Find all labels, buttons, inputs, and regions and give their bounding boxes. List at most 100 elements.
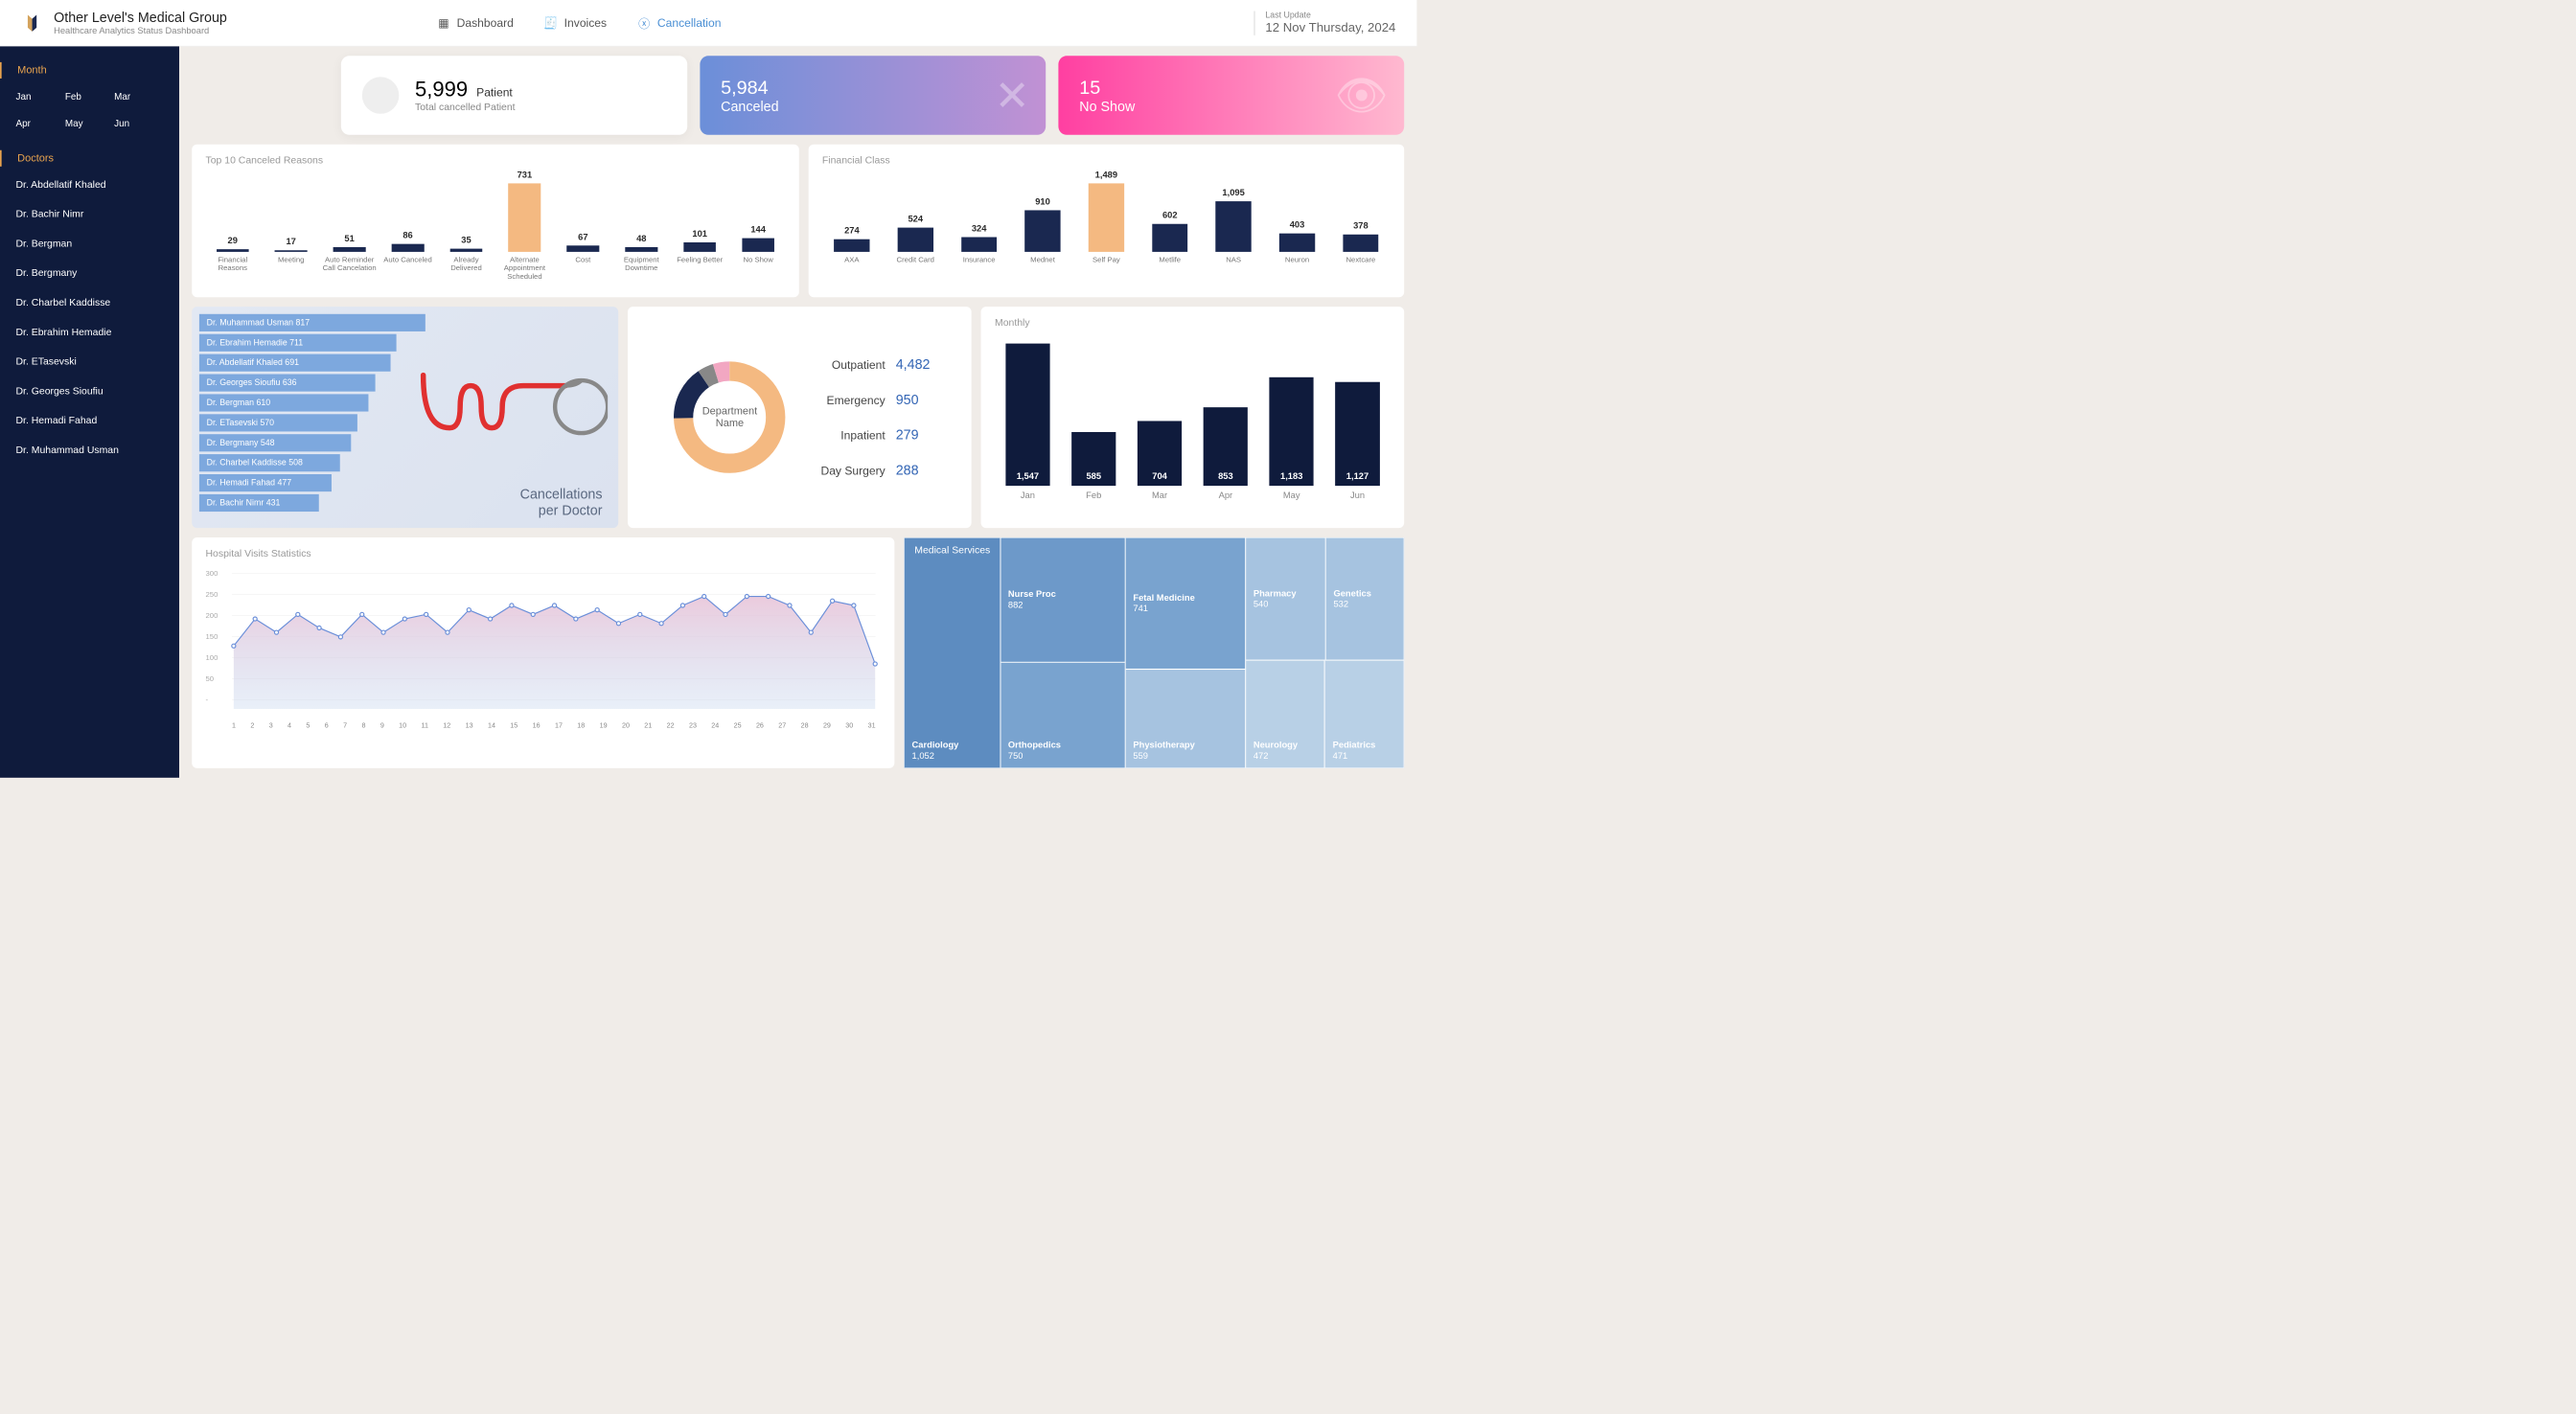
brand-block: Other Level's Medical Group Healthcare A… <box>54 10 227 36</box>
department-donut-chart: DepartmentName <box>669 356 791 478</box>
doctor-filter[interactable]: Dr. Georges Sioufiu <box>16 386 164 398</box>
card-monthly: Monthly 1,547Jan585Feb704Mar853Apr1,183M… <box>981 307 1404 528</box>
kpi-canceled-lbl: Canceled <box>721 99 778 115</box>
dept-row: Outpatient4,482 <box>806 356 930 373</box>
monthly-bar: 704Mar <box>1132 422 1187 501</box>
bar-column: 29Financial Reasons <box>206 236 261 281</box>
bar-column: 378Nextcare <box>1331 220 1391 280</box>
bar-column: 274AXA <box>822 225 882 280</box>
nav-tabs: ▦Dashboard 🧾Invoices ⓧCancellation <box>438 16 722 30</box>
kpi-total-cancelled: 5,999 Patient Total cancelled Patient <box>341 56 687 135</box>
eye-icon: 👁 <box>1335 71 1389 121</box>
bar-column: 1,489Self Pay <box>1076 170 1136 281</box>
sidebar-month-title: Month <box>0 62 179 79</box>
grid-icon: ▦ <box>438 17 449 29</box>
hbar-row: Dr. Muhammad Usman 817 <box>199 314 610 331</box>
tab-invoices[interactable]: 🧾Invoices <box>545 16 607 30</box>
update-date: 12 Nov Thursday, 2024 <box>1265 20 1395 34</box>
kpi-canceled: 5,984 Canceled ✕ <box>700 56 1046 135</box>
doctor-filter[interactable]: Dr. Muhammad Usman <box>16 445 164 456</box>
bar-column: 67Cost <box>556 232 610 281</box>
bar-column: 35Already Delivered <box>439 235 494 280</box>
tab-cancellation[interactable]: ⓧCancellation <box>638 16 721 30</box>
monthly-bar: 1,183May <box>1264 377 1320 501</box>
bar-column: 731Alternate Appointment Scheduled <box>497 170 552 281</box>
kpi-noshow: 15 No Show 👁 <box>1058 56 1404 135</box>
doctor-filter[interactable]: Dr. Charbel Kaddisse <box>16 297 164 308</box>
kpi-total-num: 5,999 <box>415 78 468 101</box>
month-apr[interactable]: Apr <box>16 118 65 129</box>
update-label: Last Update <box>1265 11 1395 20</box>
card-cancellations-per-doctor: Dr. Muhammad Usman 817 Dr. Ebrahim Hemadi… <box>192 307 618 528</box>
treemap-cell: Neurology472 <box>1246 660 1325 768</box>
kpi-noshow-num: 15 <box>1079 76 1135 98</box>
treemap-cell: Orthopedics750 <box>1000 662 1125 768</box>
treemap-cell: Fetal Medicine741 <box>1125 537 1245 669</box>
bar-column: 403Neuron <box>1268 219 1327 280</box>
perdoc-title: Cancellations per Doctor <box>520 486 603 518</box>
monthly-bar: 853Apr <box>1198 407 1254 500</box>
monthly-bar: 1,547Jan <box>1000 344 1056 501</box>
bar-column: 524Credit Card <box>886 214 945 280</box>
card-hospital-visits: Hospital Visits Statistics -501001502002… <box>192 537 894 768</box>
brand-logo-icon <box>21 11 43 34</box>
bar-column: 1,095NAS <box>1204 188 1263 281</box>
treemap-cell: Genetics532 <box>1325 537 1404 660</box>
card-financial-class: Financial Class 274AXA524Credit Card324I… <box>809 145 1405 298</box>
treemap-cell: Pharmacy540 <box>1246 537 1326 660</box>
dept-row: Emergency950 <box>806 392 930 408</box>
month-may[interactable]: May <box>65 118 114 129</box>
card-canceled-reasons: Top 10 Canceled Reasons 29Financial Reas… <box>192 145 798 298</box>
treemap-cell: Physiotherapy559 <box>1125 669 1245 768</box>
tab-dashboard[interactable]: ▦Dashboard <box>438 16 514 30</box>
kpi-canceled-num: 5,984 <box>721 76 778 98</box>
tree-title: Medical Services <box>914 545 990 557</box>
invoice-icon: 🧾 <box>545 17 557 29</box>
treemap-cell: Nurse Proc882 <box>1000 537 1125 662</box>
brand-title: Other Level's Medical Group <box>54 10 227 26</box>
kpi-total-unit: Patient <box>476 85 513 99</box>
month-mar[interactable]: Mar <box>114 91 163 103</box>
patient-avatar-icon <box>362 77 400 114</box>
brand-subtitle: Healthcare Analytics Status Dashboard <box>54 26 227 36</box>
x-icon: ✕ <box>995 71 1030 120</box>
close-circle-icon: ⓧ <box>638 17 650 29</box>
bar-column: 910Mednet <box>1013 196 1072 281</box>
bar-column: 101Feeling Better <box>673 229 727 281</box>
sidebar-doctors-title: Doctors <box>0 150 179 167</box>
bar-column: 51Auto Reminder Call Cancelation <box>322 234 377 281</box>
visits-title: Hospital Visits Statistics <box>206 548 882 559</box>
doctor-filter[interactable]: Dr. ETasevski <box>16 356 164 368</box>
sidebar: Month JanFebMar AprMayJun Doctors Dr. Abd… <box>0 46 179 777</box>
dept-row: Inpatient279 <box>806 427 930 444</box>
bar-column: 17Meeting <box>264 237 318 281</box>
doctor-filter[interactable]: Dr. Bergmany <box>16 267 164 279</box>
doctor-filter[interactable]: Dr. Hemadi Fahad <box>16 415 164 426</box>
bar-column: 86Auto Canceled <box>380 230 435 280</box>
treemap-cell: Cardiology1,052 <box>904 537 1000 768</box>
kpi-total-sub: Total cancelled Patient <box>415 102 516 113</box>
bar-column: 602Metlife <box>1140 211 1200 281</box>
doctor-filter[interactable]: Dr. Ebrahim Hemadie <box>16 327 164 338</box>
monthly-bar: 1,127Jun <box>1330 382 1386 501</box>
hbar-row: Dr. Ebrahim Hemadie 711 <box>199 334 610 352</box>
month-jan[interactable]: Jan <box>16 91 65 103</box>
card-medical-services-treemap: Medical Services Cardiology1,052Nurse Pr… <box>904 537 1404 768</box>
month-jun[interactable]: Jun <box>114 118 163 129</box>
month-feb[interactable]: Feb <box>65 91 114 103</box>
kpi-noshow-lbl: No Show <box>1079 99 1135 115</box>
monthly-title: Monthly <box>995 317 1391 329</box>
reasons-title: Top 10 Canceled Reasons <box>206 155 786 167</box>
bar-column: 48Equipment Downtime <box>614 234 669 281</box>
stethoscope-icon <box>418 365 608 470</box>
card-department: DepartmentName Outpatient4,482 Emergency9… <box>628 307 972 528</box>
doctor-filter[interactable]: Dr. Bergman <box>16 239 164 250</box>
dept-row: Day Surgery288 <box>806 462 930 478</box>
last-update: Last Update 12 Nov Thursday, 2024 <box>1254 11 1395 34</box>
bar-column: 144No Show <box>731 225 786 281</box>
finclass-title: Financial Class <box>822 155 1391 167</box>
monthly-bar: 585Feb <box>1066 432 1121 501</box>
doctor-filter[interactable]: Dr. Bachir Nimr <box>16 209 164 220</box>
doctor-filter[interactable]: Dr. Abdellatif Khaled <box>16 179 164 191</box>
treemap-cell: Pediatrics471 <box>1324 660 1404 768</box>
